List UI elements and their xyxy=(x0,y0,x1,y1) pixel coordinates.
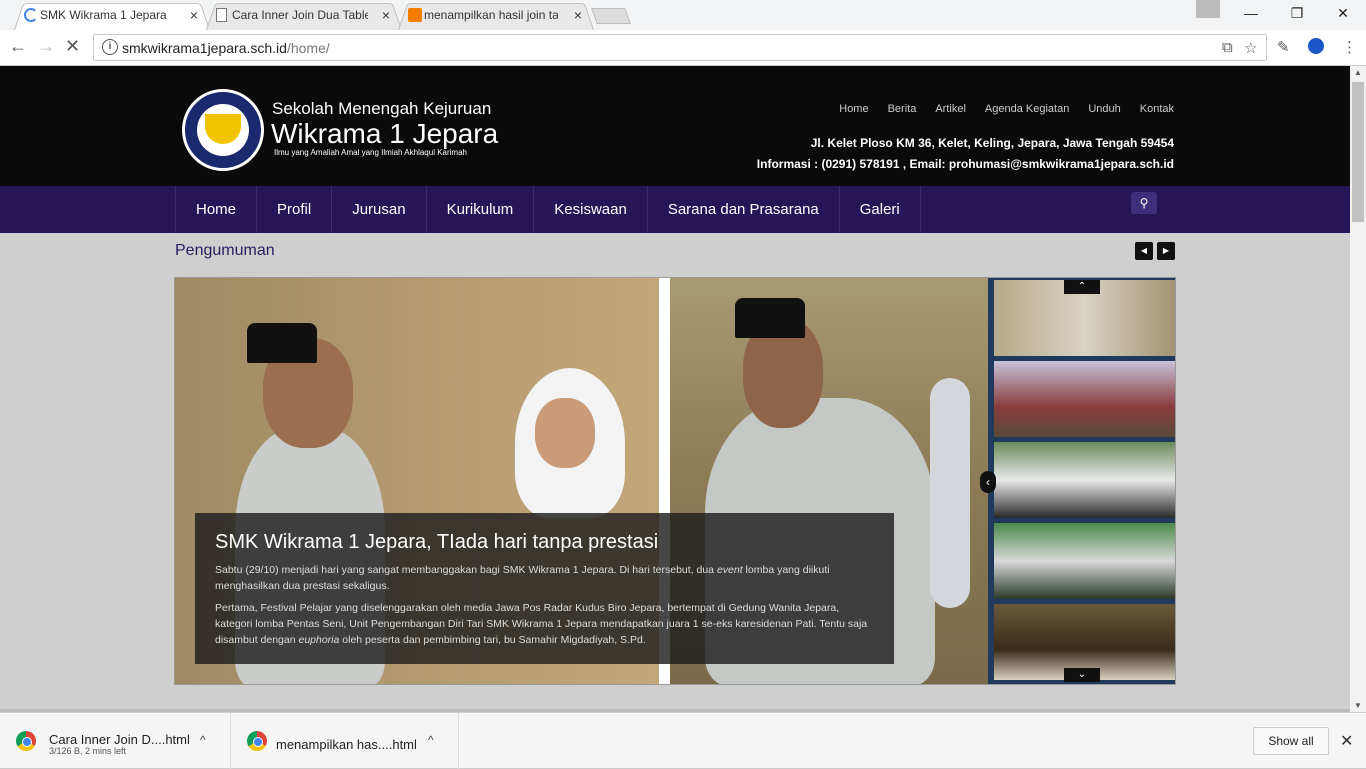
tab-title: Cara Inner Join Dua Table xyxy=(232,8,368,22)
top-nav-artikel[interactable]: Artikel xyxy=(935,103,966,115)
announcement-heading: Pengumuman xyxy=(175,242,275,259)
school-subtitle: Sekolah Menengah Kejuruan xyxy=(272,99,492,118)
translate-icon[interactable]: ⧉ xyxy=(1222,39,1233,56)
extension-icon[interactable] xyxy=(1308,38,1324,54)
thumbnails-up-icon[interactable]: ⌃ xyxy=(1064,280,1100,294)
thumbnail-4[interactable] xyxy=(994,523,1175,601)
chevron-up-icon[interactable]: ^ xyxy=(200,733,206,747)
blogger-icon xyxy=(408,8,422,22)
download-item-2[interactable]: menampilkan has....html ^ xyxy=(231,713,459,769)
top-nav-agenda[interactable]: Agenda Kegiatan xyxy=(985,103,1069,115)
address-bar[interactable]: i smkwikrama1jepara.sch.id/home/ ⧉ ☆ xyxy=(93,34,1267,61)
site-header: Sekolah Menengah Kejuruan Wikrama 1 Jepa… xyxy=(0,66,1350,186)
top-nav: Home Berita Artikel Agenda Kegiatan Undu… xyxy=(820,103,1174,115)
nav-profil[interactable]: Profil xyxy=(256,186,331,233)
url-host: smkwikrama1jepara.sch.id xyxy=(122,40,287,56)
loading-icon xyxy=(24,8,38,22)
nav-sarana[interactable]: Sarana dan Prasarana xyxy=(646,186,839,233)
new-tab-button[interactable] xyxy=(591,8,631,24)
minimize-button[interactable]: — xyxy=(1228,0,1274,26)
close-window-button[interactable]: ✕ xyxy=(1320,0,1366,26)
top-nav-kontak[interactable]: Kontak xyxy=(1140,103,1174,115)
user-profile-icon[interactable] xyxy=(1196,0,1220,18)
downloads-bar: Cara Inner Join D....html 3/126 B, 2 min… xyxy=(0,712,1366,769)
slide-caption: SMK Wikrama 1 Jepara, TIada hari tanpa p… xyxy=(195,513,894,664)
eyedropper-extension-icon[interactable]: ✎ xyxy=(1277,38,1290,56)
news-slider: SMK Wikrama 1 Jepara, TIada hari tanpa p… xyxy=(174,277,1176,685)
thumbnail-list: ⌃ ⌄ ‹ xyxy=(980,278,1175,684)
next-announcement-button[interactable]: ▶ xyxy=(1157,242,1175,260)
web-page: Sekolah Menengah Kejuruan Wikrama 1 Jepa… xyxy=(0,66,1350,712)
browser-toolbar: ← → ✕ i smkwikrama1jepara.sch.id/home/ ⧉… xyxy=(0,30,1366,66)
thumbnails-left-icon[interactable]: ‹ xyxy=(980,471,996,493)
download-progress: 3/126 B, 2 mins left xyxy=(49,746,127,756)
scroll-thumb[interactable] xyxy=(1352,82,1364,222)
nav-kesiswaan[interactable]: Kesiswaan xyxy=(533,186,647,233)
stop-icon[interactable]: ✕ xyxy=(65,36,80,57)
url-path: /home/ xyxy=(286,40,330,56)
thumbnail-2[interactable] xyxy=(994,361,1175,439)
chrome-file-icon xyxy=(16,731,36,751)
nav-galeri[interactable]: Galeri xyxy=(838,186,921,233)
nav-home[interactable]: Home xyxy=(175,186,256,233)
top-nav-berita[interactable]: Berita xyxy=(888,103,917,115)
chrome-menu-icon[interactable]: ⋮ xyxy=(1342,38,1357,56)
school-logo[interactable] xyxy=(182,89,264,171)
school-name: Wikrama 1 Jepara xyxy=(271,118,499,149)
close-tab-icon[interactable]: × xyxy=(190,7,198,23)
tab-menampilkan[interactable]: menampilkan hasil join ta × xyxy=(398,0,594,31)
thumbnails-down-icon[interactable]: ⌄ xyxy=(1064,668,1100,682)
search-icon[interactable]: ⚲ xyxy=(1131,192,1157,214)
school-contact: Informasi : (0291) 578191 , Email: prohu… xyxy=(756,157,1174,171)
close-downloads-icon[interactable]: ✕ xyxy=(1340,731,1353,751)
slide-paragraph-2: Pertama, Festival Pelajar yang diselengg… xyxy=(215,602,868,646)
slide-paragraph-1: Sabtu (29/10) menjadi hari yang sangat m… xyxy=(215,564,830,592)
download-filename: menampilkan has....html xyxy=(276,737,417,752)
url-text[interactable]: smkwikrama1jepara.sch.id/home/ xyxy=(122,40,330,56)
tab-strip: SMK Wikrama 1 Jepara × Cara Inner Join D… xyxy=(0,0,1366,31)
page-scrollbar[interactable]: ▲ ▼ xyxy=(1350,66,1366,712)
chevron-up-icon[interactable]: ^ xyxy=(428,733,434,747)
tab-smk-wikrama[interactable]: SMK Wikrama 1 Jepara × xyxy=(14,0,210,31)
school-tagline: Ilmu yang Amaliah Amal yang Ilmiah Akhla… xyxy=(274,148,467,157)
slide-title[interactable]: SMK Wikrama 1 Jepara, TIada hari tanpa p… xyxy=(215,531,874,554)
bookmark-star-icon[interactable]: ☆ xyxy=(1244,39,1257,57)
scroll-up-icon[interactable]: ▲ xyxy=(1354,68,1362,77)
tab-title: menampilkan hasil join ta xyxy=(424,8,558,22)
close-tab-icon[interactable]: × xyxy=(382,7,390,23)
info-icon[interactable]: i xyxy=(102,39,118,55)
nav-jurusan[interactable]: Jurusan xyxy=(331,186,425,233)
thumbnail-3[interactable] xyxy=(994,442,1175,520)
nav-kurikulum[interactable]: Kurikulum xyxy=(425,186,534,233)
show-all-button[interactable]: Show all xyxy=(1253,727,1329,755)
tab-cara-inner-join[interactable]: Cara Inner Join Dua Table × xyxy=(206,0,402,31)
restore-button[interactable]: ❐ xyxy=(1274,0,1320,26)
back-icon[interactable]: ← xyxy=(9,36,27,57)
top-nav-home[interactable]: Home xyxy=(839,103,868,115)
chrome-file-icon xyxy=(247,731,267,751)
top-nav-unduh[interactable]: Unduh xyxy=(1088,103,1120,115)
page-icon xyxy=(216,8,227,22)
download-filename: Cara Inner Join D....html xyxy=(49,732,190,747)
forward-icon[interactable]: → xyxy=(37,36,55,57)
scroll-down-icon[interactable]: ▼ xyxy=(1354,701,1362,710)
download-item-1[interactable]: Cara Inner Join D....html 3/126 B, 2 min… xyxy=(0,713,231,769)
prev-announcement-button[interactable]: ◀ xyxy=(1135,242,1153,260)
close-tab-icon[interactable]: × xyxy=(574,7,582,23)
tab-title: SMK Wikrama 1 Jepara xyxy=(40,8,167,22)
school-address: Jl. Kelet Ploso KM 36, Kelet, Keling, Je… xyxy=(810,136,1174,150)
